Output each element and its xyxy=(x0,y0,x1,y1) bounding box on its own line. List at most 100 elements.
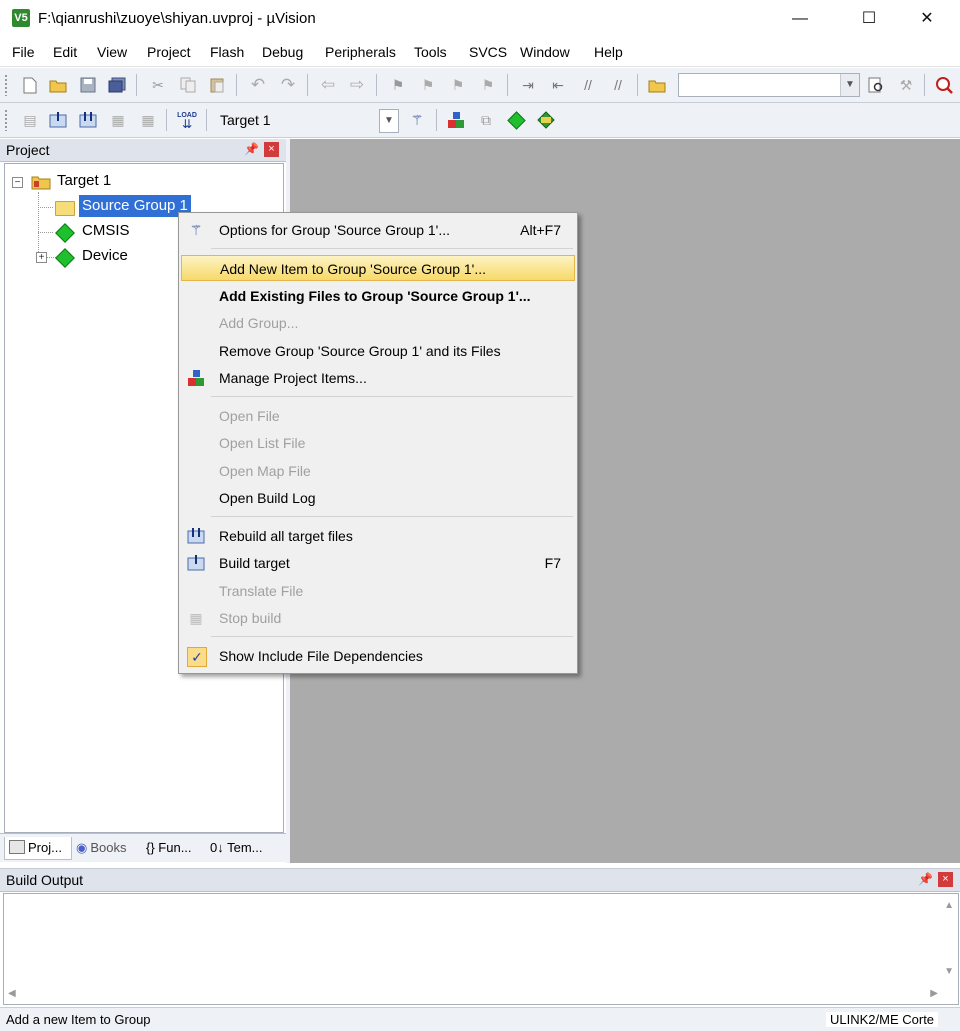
context-menu: ⚚ Options for Group 'Source Group 1'... … xyxy=(178,212,578,674)
menu-add-existing-files[interactable]: Add Existing Files to Group 'Source Grou… xyxy=(181,283,575,309)
tree-item-target[interactable]: Target 1 xyxy=(57,170,111,192)
toolbar-grip[interactable] xyxy=(4,109,8,131)
bookmark-clear-icon[interactable]: ⚑ xyxy=(478,75,498,95)
build-output-area[interactable]: ▲ ▼ ◀ ▶ xyxy=(3,893,959,1005)
menu-manage-project-items[interactable]: Manage Project Items... xyxy=(181,365,575,391)
chevron-down-icon[interactable]: ▼ xyxy=(840,74,859,96)
bookmark-prev-icon[interactable]: ⚑ xyxy=(418,75,438,95)
menu-open-list-file[interactable]: Open List File xyxy=(181,430,575,456)
indent-icon[interactable]: ⇥ xyxy=(518,75,538,95)
build-icon[interactable] xyxy=(48,110,68,130)
incremental-find-icon[interactable]: ⚒ xyxy=(896,75,916,95)
nav-back-icon[interactable]: ⇦ xyxy=(318,75,338,95)
collapse-icon[interactable]: − xyxy=(12,177,23,188)
menu-open-map-file[interactable]: Open Map File xyxy=(181,458,575,484)
comment-icon[interactable]: // xyxy=(578,75,598,95)
tree-item-device[interactable]: Device xyxy=(82,245,128,267)
save-all-icon[interactable] xyxy=(107,75,127,95)
rebuild-icon xyxy=(187,527,205,545)
translate-icon[interactable]: ▤ xyxy=(20,110,40,130)
expand-icon[interactable]: + xyxy=(36,252,47,263)
select-packs-icon[interactable]: ⧉ xyxy=(476,110,496,130)
menu-add-group[interactable]: Add Group... xyxy=(181,310,575,336)
batch-build-icon[interactable]: ▦ xyxy=(108,110,128,130)
build-toolbar: ▤ ▦ ▦ LOAD ⇊ Target 1 ▼ ⚚ ⧉ xyxy=(0,103,960,138)
options-wand-icon[interactable]: ⚚ xyxy=(407,110,427,130)
menu-project[interactable]: Project xyxy=(147,44,191,60)
manage-items-icon[interactable] xyxy=(446,110,466,130)
menu-add-new-item[interactable]: Add New Item to Group 'Source Group 1'..… xyxy=(181,255,575,281)
menu-open-file[interactable]: Open File xyxy=(181,403,575,429)
undo-icon[interactable]: ↶ xyxy=(248,75,268,95)
redo-icon[interactable]: ↷ xyxy=(278,75,298,95)
nav-forward-icon[interactable]: ⇨ xyxy=(347,75,367,95)
menu-peripherals[interactable]: Peripherals xyxy=(325,44,396,60)
tab-functions-label: {} Fun... xyxy=(146,840,192,855)
build-output-header: Build Output 📌 × xyxy=(0,868,960,892)
menu-edit[interactable]: Edit xyxy=(53,44,77,60)
tab-project-label: Proj... xyxy=(28,840,62,855)
tab-project[interactable]: Proj... xyxy=(4,837,72,860)
scroll-up-icon[interactable]: ▲ xyxy=(944,900,954,911)
scroll-down-icon[interactable]: ▼ xyxy=(944,966,954,977)
tree-item-cmsis[interactable]: CMSIS xyxy=(82,220,130,242)
close-icon[interactable]: × xyxy=(938,872,953,887)
cut-icon[interactable]: ✂ xyxy=(148,75,168,95)
tab-books[interactable]: ◉ Books xyxy=(76,837,142,859)
menu-options-for-group[interactable]: ⚚ Options for Group 'Source Group 1'... … xyxy=(181,217,575,243)
find-combo[interactable]: ▼ xyxy=(678,73,860,97)
tab-functions[interactable]: {} Fun... xyxy=(146,837,208,859)
menu-show-include-deps[interactable]: ✓ Show Include File Dependencies xyxy=(181,643,575,669)
stop-build-icon[interactable]: ▦ xyxy=(138,110,158,130)
close-icon[interactable]: × xyxy=(264,142,279,157)
save-icon[interactable] xyxy=(78,75,98,95)
debug-session-icon[interactable] xyxy=(934,75,954,95)
tab-templates[interactable]: 0↓ Tem... xyxy=(210,837,276,859)
paste-icon[interactable] xyxy=(207,75,227,95)
menu-label: Open File xyxy=(219,408,280,424)
close-button[interactable]: ✕ xyxy=(904,0,950,38)
menu-tools[interactable]: Tools xyxy=(414,44,447,60)
target-select[interactable]: Target 1 ▼ xyxy=(212,108,400,133)
menu-view[interactable]: View xyxy=(97,44,127,60)
menu-window[interactable]: Window xyxy=(520,44,570,60)
maximize-button[interactable]: ☐ xyxy=(846,0,892,38)
toolbar-grip[interactable] xyxy=(4,74,8,96)
debugger-status: ULINK2/ME Corte xyxy=(826,1012,939,1027)
menu-remove-group[interactable]: Remove Group 'Source Group 1' and its Fi… xyxy=(181,338,575,364)
pin-icon[interactable]: 📌 xyxy=(918,872,933,886)
scroll-left-icon[interactable]: ◀ xyxy=(8,988,954,999)
manage-items-icon xyxy=(187,369,205,387)
unindent-icon[interactable]: ⇤ xyxy=(548,75,568,95)
pin-icon[interactable]: 📌 xyxy=(244,142,259,156)
menu-flash[interactable]: Flash xyxy=(210,44,244,60)
load-download-icon[interactable]: LOAD ⇊ xyxy=(177,110,197,130)
minimize-button[interactable]: — xyxy=(777,0,823,38)
menu-open-build-log[interactable]: Open Build Log xyxy=(181,485,575,511)
scroll-right-icon[interactable]: ▶ xyxy=(930,988,938,999)
build-output-title: Build Output xyxy=(6,872,84,888)
bookmark-next-icon[interactable]: ⚑ xyxy=(448,75,468,95)
bookmark-toggle-icon[interactable]: ⚑ xyxy=(388,75,408,95)
menu-svcs[interactable]: SVCS xyxy=(469,44,507,60)
target-select-value: Target 1 xyxy=(220,112,271,128)
open-file-icon[interactable] xyxy=(48,75,68,95)
copy-icon[interactable] xyxy=(178,75,198,95)
menu-file[interactable]: File xyxy=(12,44,35,60)
rte-icon[interactable] xyxy=(506,110,526,130)
menu-build-target[interactable]: Build target F7 xyxy=(181,550,575,576)
new-file-icon[interactable] xyxy=(20,75,40,95)
pack-installer-icon[interactable] xyxy=(536,110,556,130)
menu-help[interactable]: Help xyxy=(594,44,623,60)
find-in-files-icon[interactable] xyxy=(647,75,667,95)
find-icon[interactable] xyxy=(866,75,886,95)
menu-translate-file[interactable]: Translate File xyxy=(181,578,575,604)
menu-stop-build[interactable]: ▦ Stop build xyxy=(181,605,575,631)
chevron-down-icon[interactable]: ▼ xyxy=(379,109,399,133)
uncomment-icon[interactable]: // xyxy=(608,75,628,95)
rebuild-icon[interactable] xyxy=(78,110,98,130)
menu-rebuild-all[interactable]: Rebuild all target files xyxy=(181,523,575,549)
cmsis-component-icon xyxy=(55,223,75,243)
menu-debug[interactable]: Debug xyxy=(262,44,303,60)
tree-item-source-group[interactable]: Source Group 1 xyxy=(79,195,191,217)
